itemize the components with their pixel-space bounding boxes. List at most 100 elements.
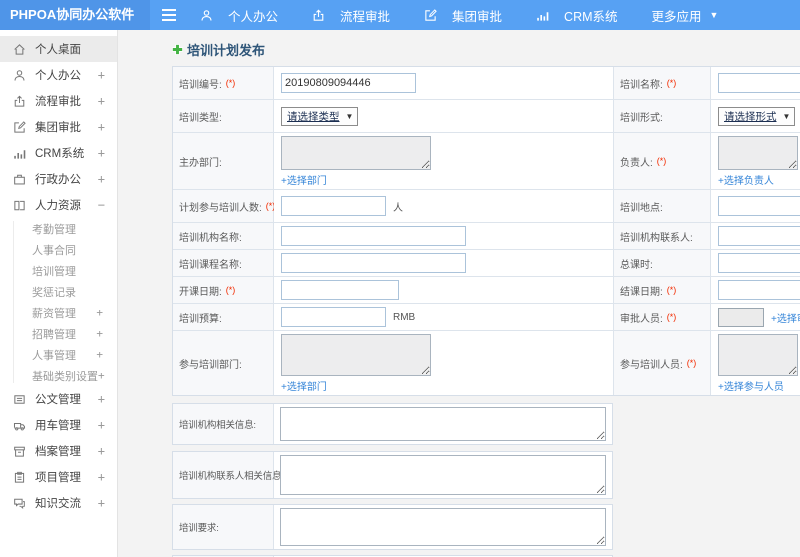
- label-text: 参与培训部门:: [179, 359, 242, 371]
- select-approver-link[interactable]: +选择审批人员: [771, 310, 800, 325]
- sidebar-item-crm-system[interactable]: CRM系统 +: [0, 140, 117, 166]
- expand-plus-icon[interactable]: +: [98, 172, 105, 186]
- expand-plus-icon[interactable]: +: [98, 369, 105, 382]
- sidebar-item-hr[interactable]: 人力资源 −: [0, 192, 117, 218]
- org-name-input[interactable]: [281, 226, 466, 246]
- training-no-field: [274, 67, 614, 100]
- expand-plus-icon[interactable]: +: [98, 444, 105, 458]
- select-leader-link[interactable]: +选择负责人: [718, 172, 774, 187]
- training-form-field: 请选择形式 ▼: [711, 100, 800, 133]
- sidebar-item-vehicle[interactable]: 用车管理 +: [0, 412, 117, 438]
- requirements-textarea[interactable]: [280, 508, 606, 546]
- sidebar-subitem-hr-contract[interactable]: 人事合同: [0, 239, 117, 260]
- sidebar-subitem-label: 招聘管理: [32, 328, 76, 341]
- training-type-select[interactable]: 请选择类型 ▼: [281, 106, 359, 126]
- course-name-input[interactable]: [281, 253, 466, 273]
- org-contact-input[interactable]: [718, 226, 800, 246]
- sidebar-subitem-label: 奖惩记录: [32, 286, 76, 299]
- expand-plus-icon[interactable]: +: [98, 392, 105, 406]
- budget-label: 培训预算:: [173, 304, 274, 331]
- end-date-input[interactable]: [718, 280, 800, 300]
- sidebar-item-documents[interactable]: 公文管理 +: [0, 386, 117, 412]
- training-type-field: 请选择类型 ▼: [274, 100, 614, 133]
- document-icon: [13, 392, 27, 406]
- sidebar-item-archive[interactable]: 档案管理 +: [0, 438, 117, 464]
- label-text: 培训课程名称:: [179, 259, 242, 271]
- planned-count-input[interactable]: [281, 196, 386, 216]
- sidebar-item-personal-office[interactable]: 个人办公 +: [0, 62, 117, 88]
- select-value: 请选择类型: [287, 110, 340, 123]
- expand-plus-icon[interactable]: +: [98, 120, 105, 134]
- select-value: 请选择形式: [724, 110, 777, 123]
- sidebar-item-knowledge[interactable]: 知识交流 +: [0, 490, 117, 516]
- topmenu-crm-system[interactable]: CRM系统: [536, 6, 618, 25]
- sidebar-subitem-rewards[interactable]: 奖惩记录: [0, 281, 117, 302]
- required-mark: (*): [666, 78, 677, 88]
- sidebar-subitem-recruit[interactable]: 招聘管理 +: [0, 323, 117, 344]
- sidebar-subitem-attendance[interactable]: 考勤管理: [0, 218, 117, 239]
- clipboard-icon: [13, 470, 27, 484]
- location-input[interactable]: [718, 196, 800, 216]
- training-no-label: 培训编号: (*): [173, 67, 274, 100]
- caret-down-icon: ▼: [709, 10, 719, 20]
- org-info-textarea[interactable]: [280, 407, 606, 441]
- select-participants-link[interactable]: +选择参与人员: [718, 378, 784, 393]
- collapse-minus-icon[interactable]: −: [98, 198, 105, 212]
- budget-input[interactable]: [281, 307, 386, 327]
- start-date-input[interactable]: [281, 280, 399, 300]
- label-text: 培训机构联系人相关信息:: [179, 471, 284, 482]
- sidebar-subitem-base-category[interactable]: 基础类别设置 +: [0, 365, 117, 386]
- briefcase-icon: [13, 172, 27, 186]
- leader-textarea[interactable]: [718, 136, 798, 170]
- user-icon: [200, 8, 214, 22]
- sidebar-subitem-personnel[interactable]: 人事管理 +: [0, 344, 117, 365]
- label-text: 培训机构名称:: [179, 232, 242, 244]
- sidebar-subitem-salary[interactable]: 薪资管理 +: [0, 302, 117, 323]
- sidebar-item-group-approval[interactable]: 集团审批 +: [0, 114, 117, 140]
- host-dept-textarea[interactable]: [281, 136, 431, 170]
- sidebar-item-label: 个人办公: [35, 70, 81, 82]
- expand-plus-icon[interactable]: +: [98, 68, 105, 82]
- required-mark: (*): [666, 285, 677, 295]
- select-dept-link[interactable]: +选择部门: [281, 172, 327, 187]
- form-row-org-contact-info: 培训机构联系人相关信息:: [172, 451, 613, 499]
- expand-plus-icon[interactable]: +: [96, 348, 103, 361]
- sidebar-item-workflow-approval[interactable]: 流程审批 +: [0, 88, 117, 114]
- bar-chart-icon: [536, 8, 550, 22]
- training-name-field: [711, 67, 800, 100]
- app-logo: PHPOA协同办公软件: [0, 0, 150, 30]
- expand-plus-icon[interactable]: +: [98, 418, 105, 432]
- org-name-field: [274, 223, 614, 250]
- expand-plus-icon[interactable]: +: [98, 496, 105, 510]
- select-dept-link[interactable]: +选择部门: [281, 378, 327, 393]
- sidebar-subitem-label: 薪资管理: [32, 307, 76, 320]
- training-name-input[interactable]: [718, 73, 800, 93]
- topmenu-group-approval[interactable]: 集团审批: [424, 6, 502, 25]
- expand-plus-icon[interactable]: +: [98, 94, 105, 108]
- training-form-select[interactable]: 请选择形式 ▼: [718, 106, 796, 126]
- training-no-input[interactable]: [281, 73, 416, 93]
- start-date-field: [274, 277, 614, 304]
- topmenu-more-apps[interactable]: 更多应用 ▼: [652, 6, 719, 25]
- topmenu-workflow-approval[interactable]: 流程审批: [312, 6, 390, 25]
- expand-plus-icon[interactable]: +: [96, 327, 103, 340]
- page-title-text: 培训计划发布: [187, 43, 266, 58]
- expand-plus-icon[interactable]: +: [98, 470, 105, 484]
- sidebar-item-label: 公文管理: [35, 394, 81, 406]
- sidebar-item-label: 档案管理: [35, 446, 81, 458]
- approver-input[interactable]: [718, 307, 764, 327]
- home-icon: [13, 42, 27, 56]
- expand-plus-icon[interactable]: +: [96, 306, 103, 319]
- sidebar-item-desktop[interactable]: 个人桌面: [0, 36, 117, 62]
- org-contact-info-textarea[interactable]: [280, 455, 606, 495]
- sidebar-toggle-icon[interactable]: [154, 0, 184, 30]
- total-hours-input[interactable]: [718, 253, 800, 273]
- expand-plus-icon[interactable]: +: [98, 146, 105, 160]
- training-plan-form: 培训编号: (*) 培训名称: (*) 培训类型:: [172, 66, 800, 396]
- sidebar-item-project[interactable]: 项目管理 +: [0, 464, 117, 490]
- topmenu-personal-office[interactable]: 个人办公: [200, 6, 278, 25]
- sidebar-item-admin-office[interactable]: 行政办公 +: [0, 166, 117, 192]
- participant-dept-textarea[interactable]: [281, 334, 431, 376]
- participants-textarea[interactable]: [718, 334, 798, 376]
- sidebar-subitem-training[interactable]: 培训管理: [0, 260, 117, 281]
